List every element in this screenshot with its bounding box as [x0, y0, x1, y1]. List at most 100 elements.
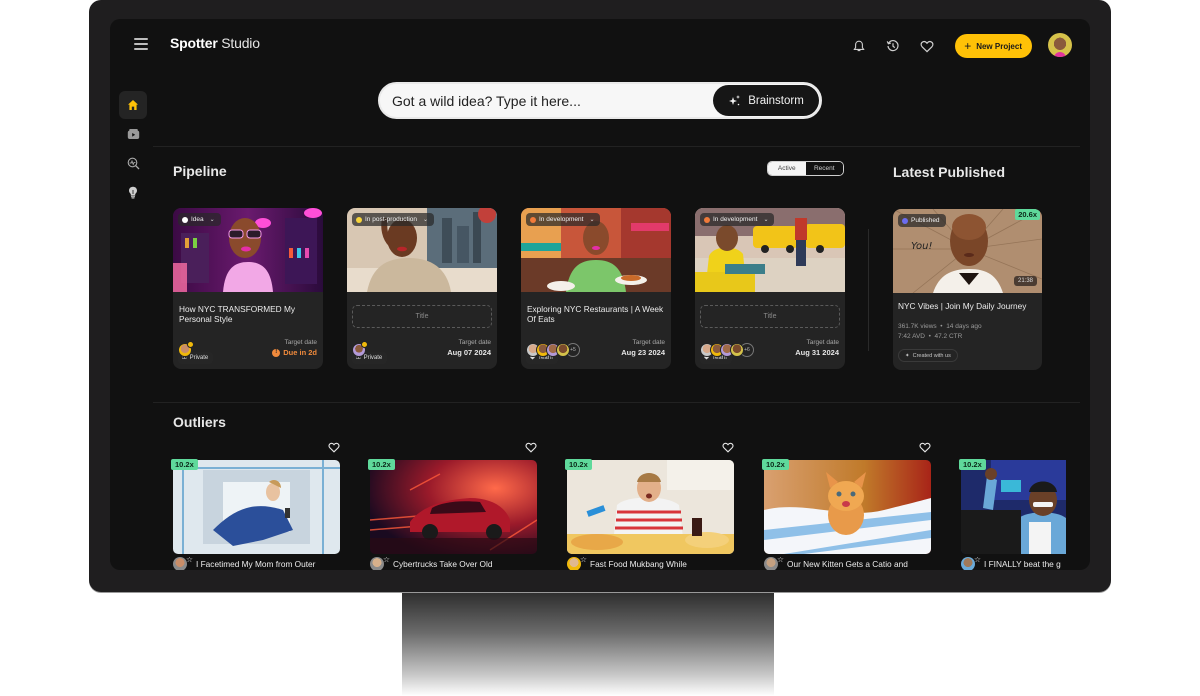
channel-avatar[interactable]: ☆	[961, 557, 981, 570]
chevron-down-icon: ⌄	[763, 217, 769, 223]
star-icon[interactable]: ☆	[974, 557, 981, 564]
video-thumbnail[interactable]	[173, 460, 340, 554]
channel-avatar[interactable]: ☆	[173, 557, 193, 570]
target-date: Target date ! Due in 2d	[272, 339, 317, 358]
video-title[interactable]: NYC Vibes | Join My Daily Journey	[898, 301, 1038, 311]
sidebar-item-research[interactable]	[119, 149, 147, 177]
star-icon[interactable]: ☆	[383, 557, 390, 564]
favorite-heart-icon[interactable]	[328, 440, 340, 453]
chevron-down-icon: ⌄	[209, 217, 215, 223]
lightbulb-icon	[129, 186, 137, 198]
logo-light: Studio	[217, 35, 260, 51]
outlier-title[interactable]: Cybertrucks Take Over Old	[393, 559, 492, 569]
channel-avatar[interactable]: ☆	[370, 557, 390, 570]
card-title[interactable]: Exploring NYC Restaurants | A Week Of Ea…	[527, 304, 665, 324]
video-thumbnail[interactable]	[764, 460, 931, 554]
sidebar-item-ideas[interactable]	[119, 178, 147, 206]
status-dropdown[interactable]: Idea ⌄	[178, 213, 221, 226]
card-footer: +6 Target date Aug 31 2024	[700, 338, 839, 360]
status-badge: Published	[898, 214, 946, 227]
vertical-divider	[868, 229, 869, 351]
chip-label: Created with us	[912, 352, 951, 359]
hamburger-menu-icon[interactable]	[134, 38, 148, 50]
toggle-recent[interactable]: Recent	[805, 162, 843, 175]
sidebar-item-videos[interactable]	[119, 120, 147, 148]
home-icon	[128, 100, 138, 110]
idea-bar: Brainstorm	[378, 82, 822, 119]
outlier-multiplier-badge: 10.2x	[762, 459, 789, 470]
collaborators: +6	[700, 343, 754, 357]
status-label: In development	[713, 216, 758, 223]
outlier-title[interactable]: Our New Kitten Gets a Catio and	[787, 559, 908, 569]
collaborators	[352, 341, 368, 357]
target-date-label: Target date	[632, 339, 665, 346]
favorite-heart-icon[interactable]	[722, 440, 734, 453]
star-icon[interactable]: ☆	[580, 557, 587, 564]
avatar	[556, 343, 570, 357]
pipeline-card[interactable]: In post-production ⌄ ⚿ Private Title Tar…	[347, 208, 497, 369]
outlier-title-row: ☆ Our New Kitten Gets a Catio and	[764, 557, 934, 570]
status-dropdown[interactable]: In development ⌄	[700, 213, 775, 226]
target-date-value: ! Due in 2d	[272, 347, 317, 358]
avatar	[730, 343, 744, 357]
new-project-button[interactable]: + New Project	[955, 34, 1032, 58]
outlier-title[interactable]: I FINALLY beat the g	[984, 559, 1061, 569]
star-icon[interactable]: ☆	[777, 557, 784, 564]
card-footer: Target date Aug 07 2024	[352, 338, 491, 360]
outlier-title-row: ☆ Cybertrucks Take Over Old	[370, 557, 540, 570]
chevron-down-icon: ⌄	[589, 217, 595, 223]
pipeline-title: Pipeline	[173, 163, 227, 179]
chevron-down-icon: ⌄	[423, 217, 429, 223]
brainstorm-button[interactable]: Brainstorm	[713, 85, 819, 116]
toggle-active[interactable]: Active	[768, 162, 806, 175]
video-thumbnail[interactable]	[370, 460, 537, 554]
sidebar-item-home[interactable]	[119, 91, 147, 119]
pipeline-card[interactable]: In development ⌄ ❤ Team Title +6 Target …	[695, 208, 845, 369]
channel-avatar[interactable]: ☆	[567, 557, 587, 570]
published-card[interactable]: You! Published 20.6x 21:38 NYC Vibes | J…	[893, 209, 1042, 370]
svg-text:You!: You!	[911, 241, 932, 252]
ctr-value: 47.2 CTR	[934, 333, 963, 340]
views-row: 361.7K views • 14 days ago	[898, 323, 1038, 330]
outlier-title[interactable]: I Facetimed My Mom from Outer	[196, 559, 315, 569]
outlier-multiplier-badge: 10.2x	[368, 459, 395, 470]
video-thumbnail[interactable]	[961, 460, 1066, 554]
title-input[interactable]: Title	[352, 305, 492, 328]
plus-icon: +	[964, 39, 972, 53]
favorite-heart-icon[interactable]	[919, 440, 931, 453]
card-title[interactable]: How NYC TRANSFORMED My Personal Style	[179, 304, 317, 324]
favorite-heart-icon[interactable]	[525, 440, 537, 453]
metrics-row: 7:42 AVD • 47.2 CTR	[898, 333, 1038, 340]
card-footer: +5 Target date Aug 23 2024	[526, 338, 665, 360]
latest-published-title: Latest Published	[893, 164, 1006, 180]
created-with-us-chip[interactable]: ✦ Created with us	[898, 349, 958, 362]
idea-input[interactable]	[392, 84, 702, 117]
pipeline-card[interactable]: Idea ⌄ ⚿ Private How NYC TRANSFORMED My …	[173, 208, 323, 369]
collaborators	[178, 341, 194, 357]
status-dropdown[interactable]: In development ⌄	[526, 213, 601, 226]
video-thumbnail[interactable]	[567, 460, 734, 554]
channel-avatar[interactable]: ☆	[764, 557, 784, 570]
title-input[interactable]: Title	[700, 305, 840, 328]
pipeline-card[interactable]: In development ⌄ ❤ Team Exploring NYC Re…	[521, 208, 671, 369]
header-actions: + New Project	[849, 34, 1032, 58]
app-logo[interactable]: Spotter Studio	[170, 35, 260, 51]
pipeline-filter-toggle: Active Recent	[767, 161, 844, 176]
user-avatar[interactable]	[1048, 33, 1072, 57]
outlier-title[interactable]: Fast Food Mukbang While	[590, 559, 687, 569]
target-date-value: Aug 23 2024	[621, 348, 665, 357]
outliers-title: Outliers	[173, 414, 226, 430]
target-date: Target date Aug 07 2024	[447, 339, 491, 358]
avatar	[178, 341, 194, 357]
search-analytics-icon	[127, 157, 139, 169]
status-dropdown[interactable]: In post-production ⌄	[352, 213, 435, 226]
monitor-stand	[402, 590, 774, 696]
sidebar	[119, 91, 147, 207]
heart-icon[interactable]	[917, 36, 937, 56]
bell-icon[interactable]	[849, 36, 869, 56]
star-icon[interactable]: ☆	[186, 557, 193, 564]
section-divider	[153, 402, 1080, 403]
history-icon[interactable]	[883, 36, 903, 56]
collaborators: +5	[526, 343, 580, 357]
avd-value: 7:42 AVD	[898, 333, 925, 340]
